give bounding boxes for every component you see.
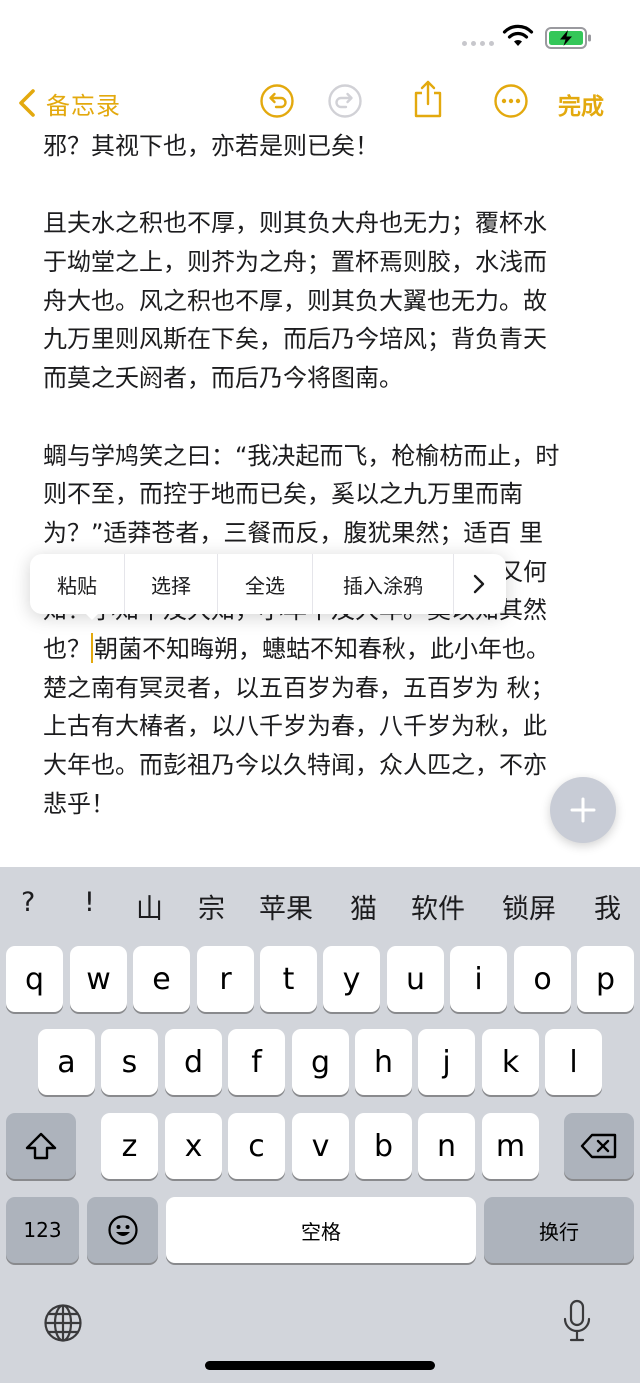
key-o[interactable]: o [514,946,571,1012]
note-line: 大年也。而彭祖乃今以久特闻，众人匹之，不亦 [43,751,547,779]
note-line: 舟大也。风之积也不厚，则其负大翼也无力。故 [43,286,547,315]
chevron-right-icon [473,574,485,594]
suggestion-item[interactable]: 软件 [411,887,465,926]
suggestion-item[interactable]: 山 [136,887,163,926]
key-y[interactable]: y [323,946,380,1012]
key-w[interactable]: w [70,946,127,1012]
done-button[interactable]: 完成 [558,87,604,121]
keyboard: ? ! 山 宗 苹果 猫 软件 锁屏 我 q w e r t y u i o p… [0,867,640,1383]
key-c[interactable]: c [228,1113,285,1179]
backspace-icon [580,1133,617,1159]
key-n[interactable]: n [418,1113,475,1179]
key-j[interactable]: j [418,1029,475,1095]
note-line-rest: 朝菌不知晦朔，蟪蛄不知春秋，此小年也。 [94,634,550,663]
note-line: 且夫水之积也不厚，则其负大舟也无力；覆杯水 [43,209,547,238]
key-f[interactable]: f [228,1029,285,1095]
suggestion-item[interactable]: 苹果 [259,887,313,926]
share-icon[interactable] [410,79,446,119]
more-icon[interactable] [493,83,529,119]
key-r[interactable]: r [197,946,254,1012]
suggestion-item[interactable]: 我 [594,887,621,926]
cellular-signal-icon [462,41,494,46]
note-line: 上古有大椿者，以八千岁为春，八千岁为秋，此 [43,712,547,741]
note-line-with-cursor: 也？ 朝菌不知晦朔，蟪蛄不知春秋，此小年也。 [43,630,613,669]
space-key[interactable]: 空格 [166,1197,476,1263]
note-line: 九万里则风斯在下矣，而后乃今培风；背负青天 [43,325,547,354]
select-all-menu-item[interactable]: 全选 [218,554,312,614]
note-line: 悲乎！ [43,789,115,818]
wifi-icon [502,24,534,46]
note-line: 蜩与学鸠笑之曰：“我决起而飞，枪榆枋而止，时 [43,441,560,470]
chevron-left-icon [19,89,35,117]
key-u[interactable]: u [387,946,444,1012]
back-label: 备忘录 [46,91,121,120]
suggestion-bar: ? ! 山 宗 苹果 猫 软件 锁屏 我 [0,867,640,945]
note-line [43,398,613,437]
key-z[interactable]: z [101,1113,158,1179]
note-line: 楚之南有冥灵者，以五百岁为春，五百岁为 秋； [43,673,555,702]
back-button[interactable]: 备忘录 [16,83,121,123]
key-h[interactable]: h [355,1029,412,1095]
suggestion-item[interactable]: 猫 [350,887,377,926]
note-line-start: 也？ [43,634,91,663]
shift-icon [25,1132,57,1160]
more-menu-button[interactable] [454,554,504,614]
home-indicator [205,1361,435,1370]
note-line: 于坳堂之上，则芥为之舟；置杯焉则胶，水浅而 [43,248,547,277]
suggestion-item[interactable]: ! [84,887,95,918]
plus-icon [570,797,596,823]
note-line: 为？”适莽苍者，三餐而反，腹犹果然；适百 里 [43,518,544,547]
key-p[interactable]: p [577,946,634,1012]
key-l[interactable]: l [545,1029,602,1095]
status-bar [0,0,640,75]
key-t[interactable]: t [260,946,317,1012]
nav-bar: 备忘录 完成 [0,75,640,133]
emoji-key[interactable] [87,1197,158,1263]
key-s[interactable]: s [101,1029,158,1095]
note-line: 而莫之夭阏者，而后乃今将图南。 [43,364,403,393]
note-line: 则不至，而控于地而已矣，奚以之九万里而南 [43,480,523,509]
key-g[interactable]: g [292,1029,349,1095]
suggestion-item[interactable]: 锁屏 [502,887,556,926]
redo-icon[interactable] [327,83,363,119]
key-d[interactable]: d [165,1029,222,1095]
shift-key[interactable] [6,1113,76,1179]
select-menu-item[interactable]: 选择 [125,554,217,614]
edit-context-menu: 粘贴 选择 全选 插入涂鸦 [30,554,506,614]
insert-drawing-menu-item[interactable]: 插入涂鸦 [313,554,453,614]
key-v[interactable]: v [292,1113,349,1179]
note-line [43,166,613,205]
delete-key[interactable] [564,1113,634,1179]
return-key[interactable]: 换行 [484,1197,634,1263]
globe-icon[interactable] [43,1303,83,1343]
key-x[interactable]: x [165,1113,222,1179]
add-button[interactable] [550,777,616,843]
battery-charging-icon [545,27,591,49]
text-cursor [91,632,93,663]
key-e[interactable]: e [133,946,190,1012]
key-a[interactable]: a [38,1029,95,1095]
key-m[interactable]: m [482,1113,539,1179]
key-k[interactable]: k [482,1029,539,1095]
undo-icon[interactable] [259,83,295,119]
menu-pointer [80,608,104,620]
key-i[interactable]: i [450,946,507,1012]
paste-menu-item[interactable]: 粘贴 [30,554,124,614]
note-line: 邪？其视下也，亦若是则已矣！ [43,132,379,160]
note-text-area[interactable]: 邪？其视下也，亦若是则已矣！ 且夫水之积也不厚，则其负大舟也无力；覆杯水 于坳堂… [43,127,613,823]
numbers-key[interactable]: 123 [6,1197,79,1263]
emoji-icon [107,1215,138,1245]
key-q[interactable]: q [6,946,63,1012]
suggestion-item[interactable]: ? [21,887,35,918]
suggestion-item[interactable]: 宗 [198,887,225,926]
microphone-icon[interactable] [561,1299,593,1343]
key-b[interactable]: b [355,1113,412,1179]
